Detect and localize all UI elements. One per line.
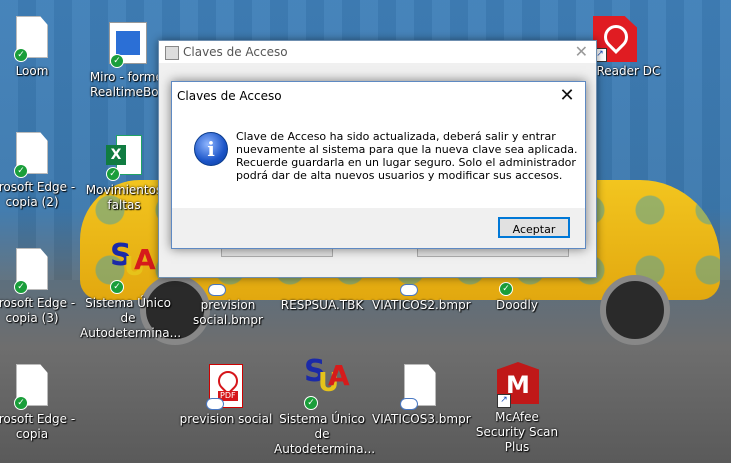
synced-check-icon: ✓ [110, 54, 124, 68]
synced-check-icon: ✓ [304, 396, 318, 410]
synced-check-icon: ✓ [106, 167, 120, 181]
message-line: podrá dar de alta nuevos usuarios y modi… [236, 169, 563, 182]
cloud-sync-icon [206, 398, 224, 410]
info-icon: i [194, 132, 228, 166]
desktop-icon-label: icrosoft Edge - copia [0, 412, 76, 441]
window-title: Claves de Acceso [183, 45, 288, 59]
desktop-icon-doodly[interactable]: ✓ Doodly [469, 282, 565, 313]
synced-check-icon: ✓ [499, 282, 513, 296]
desktop-icon-label: icrosoft Edge - copia (2) [0, 180, 76, 209]
desktop-icon-label: VIATICOS2.bmpr [372, 298, 471, 312]
cloud-sync-icon [208, 284, 226, 296]
dialog-footer: Aceptar [172, 208, 585, 248]
desktop-icon-viaticos2[interactable]: VIATICOS2.bmpr [372, 282, 471, 313]
desktop-icon-respsua[interactable]: RESPSUA.TBK [274, 282, 370, 313]
message-line: Recuerde guardarla en un lugar seguro. S… [236, 156, 576, 169]
desktop-icon-edge-copia-2[interactable]: ✓ icrosoft Edge - copia (2) [0, 132, 80, 210]
desktop-icon-prevision-pdf[interactable]: PDF prevision social [178, 364, 274, 427]
desktop-icon-label: prevision social [179, 412, 273, 426]
aceptar-button[interactable]: Aceptar [498, 217, 570, 238]
app-icon [165, 46, 179, 60]
desktop-icon-label: icrosoft Edge - copia (3) [0, 296, 76, 325]
desktop-icon-label: Doodly [496, 298, 538, 312]
synced-check-icon: ✓ [110, 280, 124, 294]
synced-check-icon: ✓ [14, 280, 28, 294]
desktop-icon-label: Loom [15, 64, 49, 78]
message-line: nuevamente al sistema para que la nueva … [236, 143, 578, 156]
desktop-icon-label: Sistema Único de Autodetermina... [274, 412, 376, 456]
shortcut-arrow-icon: ↗ [497, 394, 511, 408]
message-dialog: Claves de Acceso ✕ i Clave de Acceso ha … [171, 81, 586, 249]
dialog-message: Clave de Acceso ha sido actualizada, deb… [236, 130, 578, 182]
close-icon[interactable]: ✕ [575, 41, 588, 63]
desktop-icon-label: Sistema Único de Autodetermina... [80, 296, 182, 340]
desktop-icon-mcafee[interactable]: ↗ McAfee Security Scan Plus [469, 362, 565, 455]
car-wheel-rear [600, 275, 670, 345]
desktop-icon-edge-copia[interactable]: ✓ icrosoft Edge - copia [0, 364, 80, 442]
desktop-icon-label: prevision social.bmpr [193, 298, 263, 327]
dialog-title: Claves de Acceso [177, 89, 282, 103]
desktop-icon-label: VIATICOS3.bmpr [372, 412, 471, 426]
desktop-icon-prevision-bmpr[interactable]: prevision social.bmpr [180, 282, 276, 328]
synced-check-icon: ✓ [14, 396, 28, 410]
close-icon[interactable]: ✕ [557, 82, 577, 110]
cloud-sync-icon [400, 398, 418, 410]
desktop-icon-viaticos3[interactable]: VIATICOS3.bmpr [372, 364, 471, 427]
message-line: Clave de Acceso ha sido actualizada, deb… [236, 130, 556, 143]
desktop-icon-edge-copia-3[interactable]: ✓ icrosoft Edge - copia (3) [0, 248, 80, 326]
synced-check-icon: ✓ [14, 48, 28, 62]
desktop-icon-sua-2[interactable]: S U A ✓ Sistema Único de Autodetermina... [274, 357, 376, 457]
cloud-sync-icon [400, 284, 418, 296]
desktop-icon-label: RESPSUA.TBK [280, 298, 364, 312]
desktop-icon-loom[interactable]: ✓ Loom [0, 16, 80, 79]
dialog-body: i Clave de Acceso ha sido actualizada, d… [172, 110, 585, 208]
synced-check-icon: ✓ [14, 164, 28, 178]
claves-window-titlebar[interactable]: Claves de Acceso ✕ [159, 41, 596, 63]
dialog-titlebar[interactable]: Claves de Acceso ✕ [172, 82, 585, 110]
desktop-icon-label: McAfee Security Scan Plus [475, 410, 559, 454]
